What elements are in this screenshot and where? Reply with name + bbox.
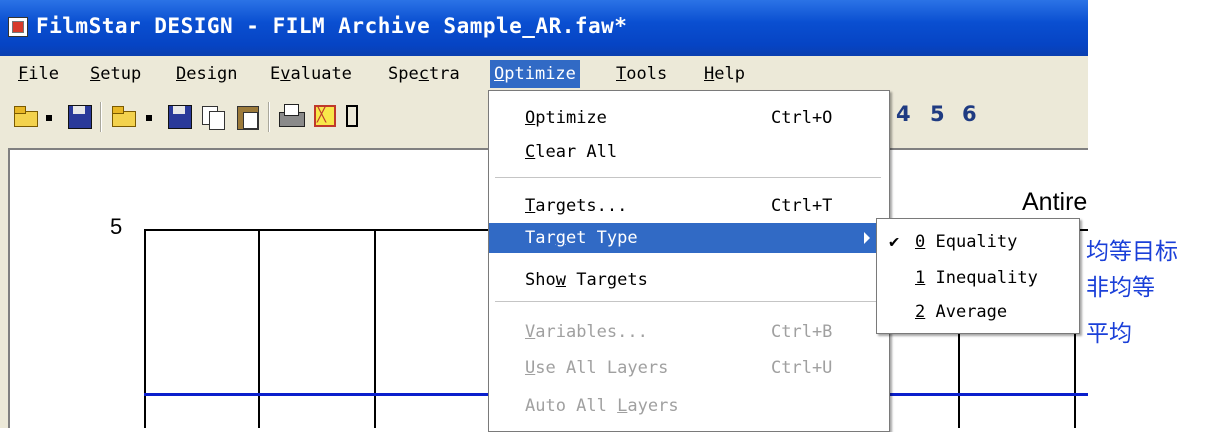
menu-item-label: Optimize — [525, 108, 607, 128]
menu-item-optimize[interactable]: Optimize Ctrl+O — [489, 103, 887, 133]
menu-item-shortcut: Ctrl+U — [771, 358, 833, 378]
toolbar-number-4[interactable]: 4 — [896, 102, 911, 126]
menu-separator — [495, 301, 881, 302]
menu-item-variables: Variables... Ctrl+B — [489, 317, 887, 347]
submenu-item-inequality[interactable]: 1 Inequality — [877, 261, 1077, 295]
menu-setup[interactable]: Setup — [86, 60, 145, 88]
menu-item-label: Clear All — [525, 142, 618, 162]
print-icon[interactable] — [278, 101, 305, 129]
annotation-inequality: 非均等 — [1086, 275, 1155, 301]
menu-item-label: Variables... — [525, 322, 648, 342]
annotation-equality: 均等目标 — [1086, 239, 1178, 265]
title-bar[interactable]: FilmStar DESIGN - FILM Archive Sample_AR… — [0, 0, 1088, 56]
menu-item-targets[interactable]: Targets... Ctrl+T — [489, 191, 887, 221]
menu-file[interactable]: File — [14, 60, 63, 88]
annotation-average: 平均 — [1086, 321, 1132, 347]
open-icon[interactable] — [12, 101, 38, 129]
dropdown-icon[interactable] — [44, 101, 54, 129]
submenu-item-label: 2 Average — [915, 302, 1008, 322]
menu-design[interactable]: Design — [172, 60, 241, 88]
menu-bar: File Setup Design Evaluate Spectra Optim… — [0, 60, 1088, 88]
toolbar-separator — [268, 102, 270, 132]
toolbar-number-5[interactable]: 5 — [930, 102, 945, 126]
menu-item-clear-all[interactable]: Clear All — [489, 137, 887, 167]
menu-tools[interactable]: Tools — [612, 60, 671, 88]
save-icon[interactable] — [166, 101, 192, 129]
menu-help[interactable]: Help — [700, 60, 749, 88]
menu-item-label: Target Type — [525, 228, 638, 248]
toolbar-separator — [100, 102, 102, 132]
menu-item-auto-all-layers: Auto All Layers — [489, 391, 887, 421]
grid-line — [374, 229, 376, 428]
save-icon[interactable] — [66, 101, 92, 129]
menu-item-label: Auto All Layers — [525, 396, 679, 416]
target-type-submenu: ✔ 0 Equality 1 Inequality 2 Average — [876, 218, 1080, 334]
menu-spectra[interactable]: Spectra — [384, 60, 464, 88]
dropdown-icon[interactable] — [144, 101, 154, 129]
menu-item-shortcut: Ctrl+O — [771, 108, 833, 128]
copy-icon[interactable] — [200, 101, 226, 130]
menu-item-use-all-layers: Use All Layers Ctrl+U — [489, 353, 887, 383]
open-icon[interactable] — [110, 101, 136, 129]
grid-line — [258, 229, 260, 428]
y-tick-label: 5 — [110, 214, 123, 239]
submenu-item-average[interactable]: 2 Average — [877, 295, 1077, 329]
menu-item-show-targets[interactable]: Show Targets — [489, 265, 887, 295]
plot-title: Antire — [1022, 188, 1088, 216]
menu-optimize[interactable]: Optimize — [490, 60, 580, 88]
menu-evaluate[interactable]: Evaluate — [266, 60, 356, 88]
check-icon: ✔ — [889, 232, 900, 252]
menu-item-label: Targets... — [525, 196, 628, 216]
app-icon[interactable] — [8, 17, 28, 37]
menu-item-shortcut: Ctrl+B — [771, 322, 833, 342]
submenu-item-label: 0 Equality — [915, 232, 1018, 252]
grid-icon[interactable] — [344, 101, 370, 129]
chart-icon[interactable] — [312, 101, 338, 129]
paste-icon[interactable] — [234, 101, 260, 130]
window-title: FilmStar DESIGN - FILM Archive Sample_AR… — [36, 14, 628, 38]
submenu-arrow-icon — [864, 232, 870, 244]
menu-item-shortcut: Ctrl+T — [771, 196, 833, 216]
submenu-item-label: 1 Inequality — [915, 268, 1038, 288]
menu-separator — [495, 177, 881, 178]
menu-item-target-type[interactable]: Target Type — [489, 223, 887, 253]
toolbar-number-6[interactable]: 6 — [962, 102, 977, 126]
menu-item-label: Use All Layers — [525, 358, 669, 378]
submenu-item-equality[interactable]: ✔ 0 Equality — [877, 225, 1077, 259]
optimize-menu: Optimize Ctrl+O Clear All Targets... Ctr… — [488, 90, 890, 432]
menu-item-label: Show Targets — [525, 270, 648, 290]
